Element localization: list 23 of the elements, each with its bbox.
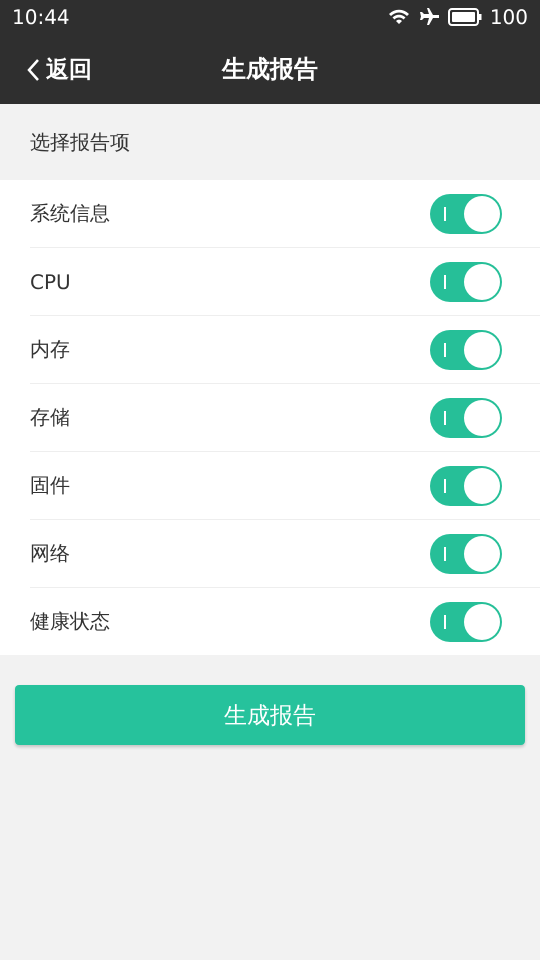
battery-level: 100 [490, 5, 528, 29]
item-label: 系统信息 [30, 200, 110, 227]
battery-icon [448, 8, 482, 26]
section-title: 选择报告项 [30, 128, 130, 156]
toggle-switch[interactable] [430, 602, 502, 642]
item-label: 网络 [30, 540, 70, 567]
item-label: CPU [30, 270, 71, 294]
item-label: 内存 [30, 336, 70, 363]
item-label: 健康状态 [30, 608, 110, 635]
back-button[interactable]: 返回 [22, 50, 96, 89]
toggle-switch[interactable] [430, 398, 502, 438]
page-title: 生成报告 [222, 54, 318, 85]
item-label: 存储 [30, 404, 70, 431]
status-time: 10:44 [12, 5, 70, 29]
item-label: 固件 [30, 472, 70, 499]
toggle-switch[interactable] [430, 466, 502, 506]
back-icon [26, 58, 40, 82]
toggle-switch[interactable] [430, 194, 502, 234]
toggle-switch[interactable] [430, 262, 502, 302]
toggle-switch[interactable] [430, 330, 502, 370]
wifi-icon [388, 8, 410, 26]
toggle-switch[interactable] [430, 534, 502, 574]
airplane-icon [418, 7, 440, 27]
